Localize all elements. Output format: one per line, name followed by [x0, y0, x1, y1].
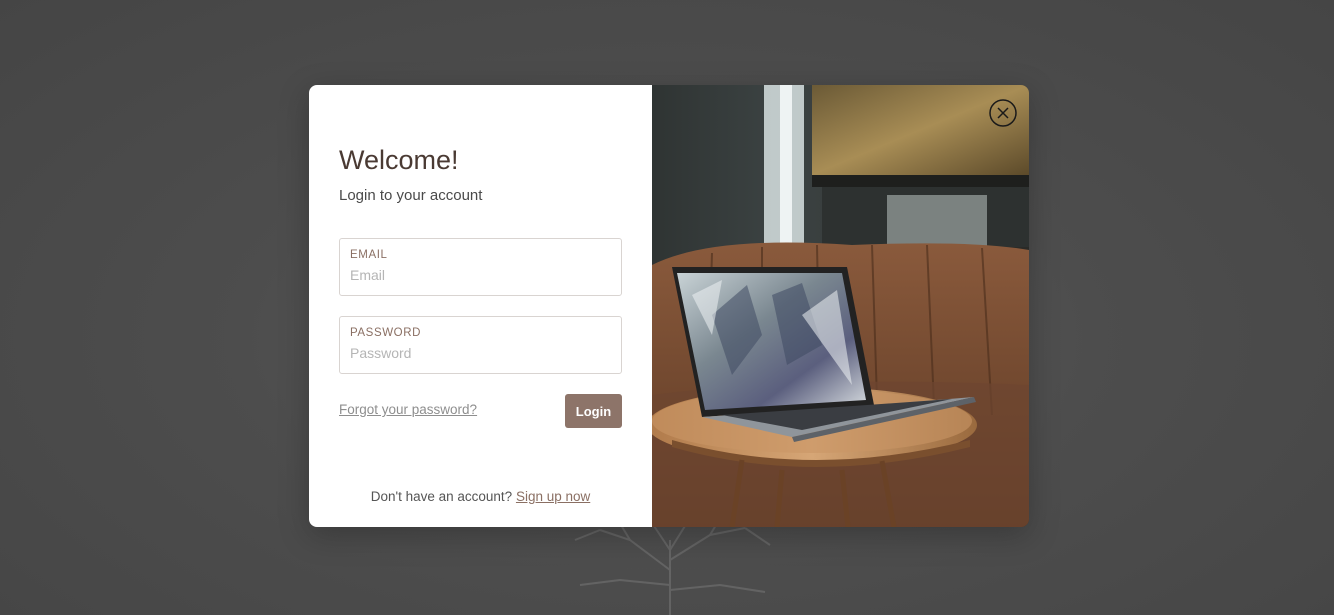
signup-link[interactable]: Sign up now [516, 489, 590, 504]
laptop-on-table-image [652, 85, 1029, 527]
forgot-password-link[interactable]: Forgot your password? [339, 402, 477, 417]
email-label: EMAIL [350, 249, 388, 261]
laptop-photo [652, 85, 1029, 527]
signup-prompt: Don't have an account? [370, 489, 513, 504]
email-field-box[interactable]: EMAIL [339, 238, 622, 296]
login-modal: Welcome! Login to your account EMAIL PAS… [309, 85, 1029, 527]
signup-line: Don't have an account? Sign up now [309, 489, 652, 504]
login-button[interactable]: Login [565, 394, 622, 428]
login-form-panel: Welcome! Login to your account EMAIL PAS… [309, 85, 652, 527]
password-input[interactable] [350, 345, 611, 361]
page-backdrop[interactable]: Welcome! Login to your account EMAIL PAS… [0, 0, 1334, 615]
login-subtitle: Login to your account [339, 187, 483, 204]
welcome-title: Welcome! [339, 145, 459, 175]
password-field-box[interactable]: PASSWORD [339, 316, 622, 374]
email-input[interactable] [350, 267, 611, 283]
close-icon[interactable] [989, 99, 1017, 127]
password-label: PASSWORD [350, 327, 422, 339]
